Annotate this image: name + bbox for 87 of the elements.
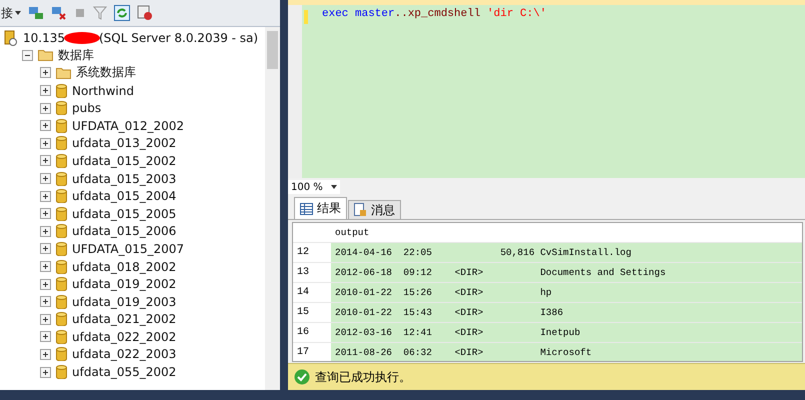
database-icon (56, 277, 67, 292)
tree-item[interactable]: ufdata_018_2002 (72, 260, 176, 274)
tree-item[interactable]: ufdata_055_2002 (72, 365, 176, 380)
tree-item[interactable]: ufdata_022_2003 (72, 347, 176, 362)
grid-icon (300, 202, 313, 214)
table-cell: 2012-03-16 12:41 <DIR> Inetpub (331, 323, 802, 342)
database-icon (56, 136, 67, 150)
database-icon (56, 294, 67, 309)
database-icon (56, 172, 67, 186)
expand-icon[interactable] (40, 85, 51, 96)
database-icon (56, 118, 67, 133)
connect-menu[interactable]: 接 (1, 4, 21, 22)
status-message: 查询已成功执行。 (315, 368, 411, 386)
table-cell: 2010-01-22 15:26 <DIR> hp (331, 283, 802, 302)
table-cell: 2010-01-22 15:43 <DIR> I386 (331, 303, 802, 322)
tree-item[interactable]: ufdata_015_2003 (72, 172, 176, 186)
server-version: (SQL Server 8.0.2039 - sa) (99, 30, 258, 45)
tree-item[interactable]: ufdata_019_2003 (72, 294, 176, 309)
database-icon (56, 154, 67, 168)
tree-item[interactable]: ufdata_015_2002 (72, 154, 176, 168)
tree-item[interactable]: ufdata_015_2005 (72, 206, 176, 221)
database-icon (56, 330, 67, 344)
tree-item[interactable]: Northwind (72, 84, 134, 98)
collapse-icon[interactable] (22, 50, 33, 61)
redaction-mark (64, 32, 100, 44)
tree-item[interactable]: 数据库 (58, 46, 94, 64)
document-icon (354, 203, 367, 217)
expand-icon[interactable] (40, 138, 51, 149)
expand-icon[interactable] (40, 67, 51, 78)
database-icon (56, 365, 67, 380)
tree-item[interactable]: ufdata_013_2002 (72, 136, 176, 150)
expand-icon[interactable] (40, 208, 51, 220)
code-token: 'dir C:\' (486, 8, 546, 20)
table-cell: 2014-04-16 22:05 50,816 CvSimInstall.log (331, 243, 802, 262)
tree-item[interactable]: ufdata_015_2006 (72, 224, 176, 238)
expand-icon[interactable] (40, 331, 51, 342)
table-cell: 2012-06-18 09:12 <DIR> Documents and Settings (331, 263, 802, 282)
table-cell: 2011-08-26 06:32 <DIR> Microsoft (331, 343, 802, 361)
expand-icon[interactable] (40, 261, 51, 272)
database-icon (56, 189, 67, 204)
connect-icon[interactable] (28, 5, 44, 21)
refresh-icon[interactable] (114, 5, 130, 21)
report-icon[interactable] (137, 5, 153, 21)
code-token: ..xp_cmdshell (394, 8, 480, 20)
folder-icon (38, 49, 53, 62)
database-icon (56, 224, 67, 238)
disconnect-icon[interactable] (51, 5, 67, 21)
database-icon (56, 242, 67, 256)
zoom-dropdown[interactable]: 100 % (288, 180, 340, 194)
tree-item[interactable]: ufdata_021_2002 (72, 312, 176, 326)
database-icon (56, 347, 67, 362)
expand-icon[interactable] (40, 296, 51, 308)
expand-icon[interactable] (40, 314, 51, 325)
database-icon (56, 101, 67, 116)
expand-icon[interactable] (40, 120, 51, 132)
database-icon (56, 312, 67, 326)
tree-item[interactable]: 10.135 (23, 30, 65, 45)
success-icon (294, 369, 310, 385)
expand-icon[interactable] (40, 226, 51, 237)
caret-icon (15, 11, 21, 15)
folder-icon (56, 66, 71, 79)
expand-icon[interactable] (40, 190, 51, 202)
expand-icon[interactable] (40, 173, 51, 184)
change-marker (304, 10, 308, 24)
database-icon (56, 84, 67, 98)
tree-item[interactable]: UFDATA_012_2002 (72, 118, 184, 133)
expand-icon[interactable] (40, 348, 51, 360)
tree-item[interactable]: ufdata_015_2004 (72, 189, 176, 204)
database-icon (56, 206, 67, 221)
server-icon (4, 30, 18, 46)
caret-icon (331, 185, 337, 189)
tree-item[interactable]: pubs (72, 101, 102, 116)
code-token: exec master (322, 8, 395, 20)
expand-icon[interactable] (40, 278, 51, 290)
result-tab[interactable]: 结果 (294, 197, 347, 219)
tree-item[interactable]: ufdata_022_2002 (72, 330, 176, 344)
database-icon (56, 260, 67, 274)
tree-item[interactable]: 系统数据库 (76, 64, 136, 82)
tree-item[interactable]: UFDATA_015_2007 (72, 242, 184, 256)
result-tab[interactable]: 消息 (348, 200, 401, 219)
expand-icon[interactable] (40, 155, 51, 166)
expand-icon[interactable] (40, 102, 51, 114)
expand-icon[interactable] (40, 243, 51, 254)
expand-icon[interactable] (40, 366, 51, 378)
tree-item[interactable]: ufdata_019_2002 (72, 277, 176, 292)
query-editor[interactable]: exec master..xp_cmdshell 'dir C:\' (288, 5, 805, 178)
scrollbar[interactable] (265, 27, 280, 390)
